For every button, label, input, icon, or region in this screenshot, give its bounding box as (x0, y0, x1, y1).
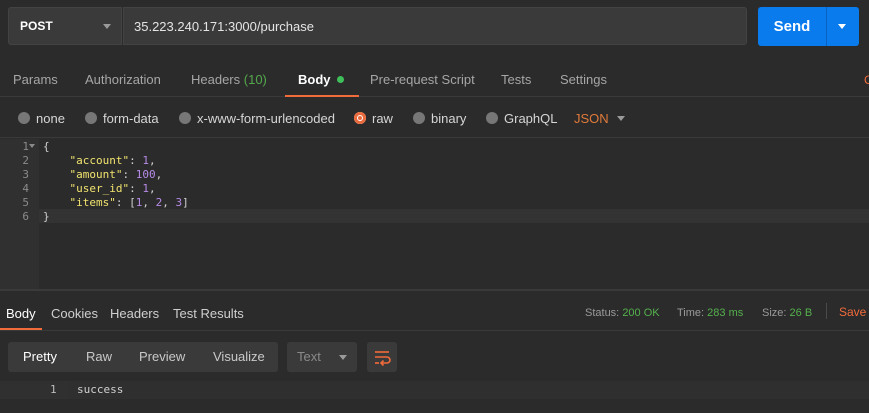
radio-form-data[interactable]: form-data (85, 111, 159, 126)
body-active-dot-icon (336, 76, 344, 83)
radio-binary[interactable]: binary (413, 111, 466, 126)
radio-label: binary (431, 111, 467, 126)
chevron-down-icon[interactable] (617, 116, 625, 121)
code-line: "user_id": 1, (69, 182, 156, 195)
status-readout: Status: 200 OK (585, 307, 660, 319)
request-tabs: Params Authorization Headers (10) Body P… (0, 63, 869, 97)
chevron-down-icon (339, 355, 347, 360)
status-label: Status: (585, 307, 620, 319)
response-tab-headers[interactable]: Headers (110, 297, 159, 330)
active-line-highlight (39, 209, 869, 223)
request-bar: POST 35.223.240.171:3000/purchase Send (0, 0, 869, 54)
radio-icon (179, 112, 191, 124)
body-format-select[interactable]: JSON (574, 111, 609, 126)
size-readout: Size: 26 B (762, 307, 812, 319)
size-value: 26 B (789, 307, 813, 319)
radio-x-www-form-urlencoded[interactable]: x-www-form-urlencoded (179, 111, 335, 126)
tab-body-label: Body (298, 72, 331, 87)
format-pretty[interactable]: Pretty (23, 342, 57, 372)
body-code-editor[interactable]: 1 2 3 4 5 6 { "account": 1, "amount": 10… (0, 139, 869, 289)
format-raw[interactable]: Raw (86, 342, 112, 372)
response-body-text: success (77, 383, 124, 396)
headers-count-badge: (10) (243, 72, 267, 87)
code-line: { (43, 140, 50, 153)
radio-icon (18, 112, 30, 124)
response-type-select[interactable]: Text (287, 342, 357, 372)
tab-params[interactable]: Params (13, 63, 58, 97)
line-number: 3 (22, 168, 29, 181)
method-select[interactable]: POST (8, 7, 122, 45)
send-label: Send (773, 18, 811, 35)
code-line: "account": 1, (69, 154, 156, 167)
editor-gutter: 1 2 3 4 5 6 (0, 139, 39, 289)
time-value: 283 ms (707, 307, 744, 319)
line-number: 2 (22, 154, 29, 167)
body-type-options: none form-data x-www-form-urlencoded raw… (0, 98, 869, 138)
radio-label: form-data (103, 111, 159, 126)
radio-icon (413, 112, 425, 124)
response-body-viewer[interactable]: 1 success (0, 381, 869, 413)
line-number: 1 (50, 383, 57, 396)
response-tab-body[interactable]: Body (0, 297, 42, 330)
fold-arrow-icon[interactable] (29, 144, 35, 148)
radio-selected-icon (354, 112, 366, 124)
radio-graphql[interactable]: GraphQL (486, 111, 557, 126)
url-input[interactable]: 35.223.240.171:3000/purchase (123, 7, 747, 45)
size-label: Size: (762, 307, 787, 319)
radio-label: none (36, 111, 65, 126)
method-label: POST (20, 19, 53, 33)
wrap-lines-icon (375, 351, 391, 367)
tab-authorization[interactable]: Authorization (85, 63, 161, 97)
radio-label: x-www-form-urlencoded (197, 111, 335, 126)
code-line: "items": [1, 2, 3] (69, 196, 189, 209)
chevron-down-icon[interactable] (838, 24, 846, 29)
format-preview[interactable]: Preview (139, 342, 185, 372)
line-number: 4 (22, 182, 29, 195)
response-tab-test-results[interactable]: Test Results (173, 297, 244, 330)
response-tab-cookies[interactable]: Cookies (51, 297, 98, 330)
response-format-tabs: Pretty Raw Preview Visualize (8, 342, 278, 372)
send-button[interactable]: Send (758, 7, 859, 46)
radio-raw[interactable]: raw (354, 111, 393, 126)
radio-icon (85, 112, 97, 124)
tab-headers[interactable]: Headers (10) (191, 63, 267, 97)
radio-none[interactable]: none (18, 111, 65, 126)
divider (826, 303, 827, 319)
tab-headers-label: Headers (191, 72, 241, 87)
radio-label: raw (372, 111, 393, 126)
response-gutter (0, 381, 68, 399)
time-label: Time: (677, 307, 705, 319)
line-number: 6 (22, 210, 29, 223)
code-line: } (43, 210, 50, 223)
status-value: 200 OK (622, 307, 660, 319)
time-readout: Time: 283 ms (677, 307, 743, 319)
save-response-button[interactable]: Save (839, 305, 866, 319)
format-visualize[interactable]: Visualize (213, 342, 265, 372)
active-line-highlight (68, 381, 869, 399)
tab-tests[interactable]: Tests (501, 63, 531, 97)
wrap-lines-button[interactable] (367, 342, 397, 372)
line-number: 1 (22, 140, 29, 153)
radio-icon (486, 112, 498, 124)
send-divider (826, 7, 827, 46)
chevron-down-icon (103, 24, 111, 29)
line-number: 5 (22, 196, 29, 209)
cookies-link-partial[interactable]: C (864, 73, 869, 87)
code-line: "amount": 100, (69, 168, 163, 181)
radio-label: GraphQL (504, 111, 558, 126)
response-type-label: Text (297, 349, 321, 364)
tab-settings[interactable]: Settings (560, 63, 607, 97)
pane-resize-handle[interactable] (0, 289, 869, 291)
tab-pre-request-script[interactable]: Pre-request Script (370, 63, 475, 97)
tab-body[interactable]: Body (285, 63, 358, 97)
